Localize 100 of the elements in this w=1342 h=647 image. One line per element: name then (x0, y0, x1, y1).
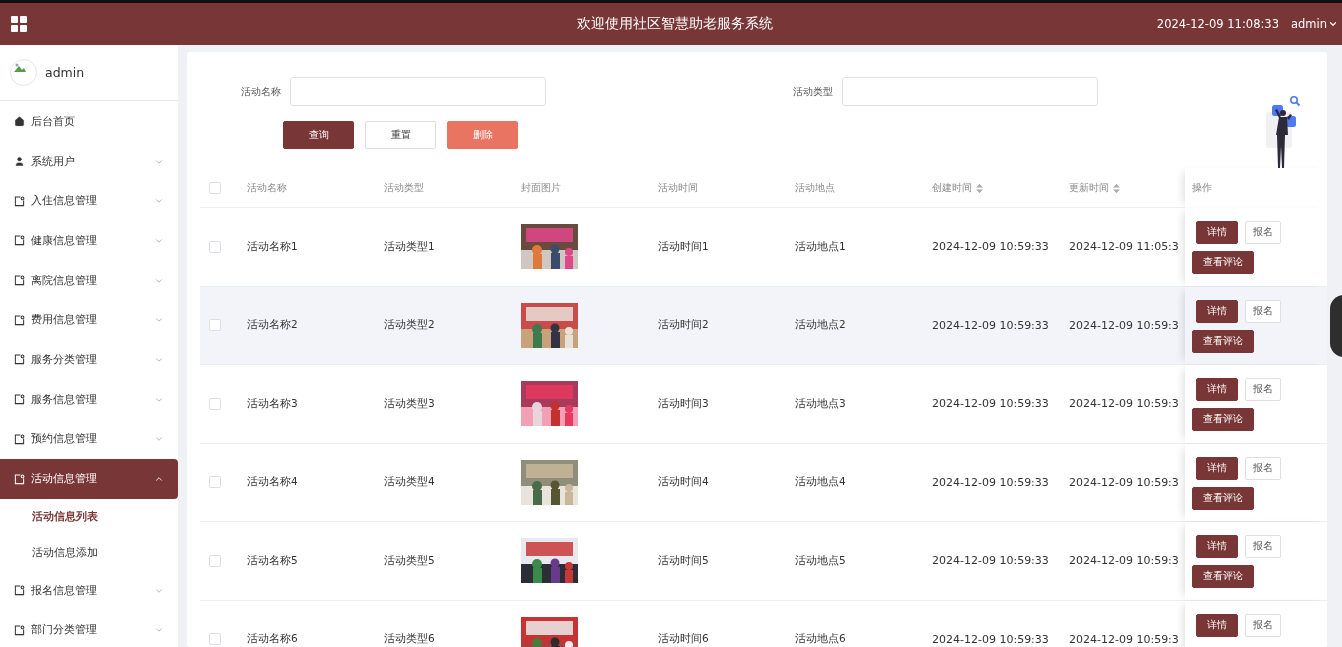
column-header: 活动地点 (795, 181, 835, 195)
table-cell: 2024-12-09 10:59:33 (932, 475, 1049, 489)
table-cell: 2024-12-09 10:59:3 (1069, 632, 1179, 646)
input-field[interactable] (842, 77, 1098, 106)
signup-button[interactable]: 报名 (1245, 378, 1281, 401)
document-icon (14, 275, 25, 287)
field-label: 活动类型 (792, 84, 833, 99)
menu-item[interactable]: 费用信息管理 (0, 300, 178, 341)
table-row[interactable]: 活动名称4 活动类型4 活动时间4 活动地点4 2024-12-09 10:59:33 2024-12-09 10:59:3 详情 报名 查看评论 (200, 443, 1327, 522)
row-checkbox[interactable] (209, 240, 221, 253)
details-button[interactable]: 详情 (1196, 535, 1238, 558)
signup-button[interactable]: 报名 (1245, 613, 1281, 637)
comments-button[interactable]: 查看评论 (1192, 565, 1254, 588)
table-cell: 活动时间2 (658, 318, 709, 331)
user-icon (14, 156, 25, 168)
table-cell: 2024-12-09 10:59:33 (932, 632, 1049, 646)
caret-icon (1328, 19, 1338, 29)
user-name: admin (45, 65, 85, 80)
table-cell: 活动名称4 (247, 475, 298, 488)
comments-button[interactable]: 查看评论 (1192, 329, 1254, 353)
table-cell: 活动类型1 (384, 239, 435, 252)
table-cell: 活动类型3 (384, 396, 435, 409)
table-cell: 2024-12-09 11:05:3 (1069, 240, 1179, 254)
details-button[interactable]: 详情 (1196, 613, 1238, 637)
table-cell: 活动时间3 (658, 396, 709, 409)
column-header: 活动时间 (658, 181, 698, 195)
table-cell: 活动类型5 (384, 553, 435, 566)
table-row[interactable]: 活动名称3 活动类型3 活动时间3 活动地点3 2024-12-09 10:59:33 2024-12-09 10:59:3 详情 报名 查看评论 (200, 365, 1327, 444)
comments-button[interactable]: 查看评论 (1192, 486, 1254, 510)
menu-item[interactable]: 报名信息管理 (0, 570, 178, 611)
row-checkbox[interactable] (209, 319, 221, 332)
table-cell: 活动地点3 (795, 396, 846, 409)
submenu-item[interactable]: 活动信息列表 (0, 498, 178, 535)
table-cell: 活动地点1 (795, 239, 846, 252)
table-cell: 活动时间5 (658, 553, 709, 566)
select-all-checkbox[interactable] (209, 182, 221, 194)
table-cell: 活动类型2 (384, 318, 435, 331)
details-button[interactable]: 详情 (1196, 221, 1238, 244)
row-checkbox[interactable] (209, 633, 221, 646)
table-cell: 活动名称5 (247, 553, 298, 566)
table-cell: 活动名称3 (247, 396, 298, 409)
table-cell: 活动名称6 (247, 632, 298, 645)
signup-button[interactable]: 报名 (1245, 221, 1281, 244)
reset-button[interactable]: 重置 (365, 121, 436, 149)
input-field[interactable] (290, 77, 546, 106)
menu-item[interactable]: 活动信息管理 (0, 459, 178, 499)
grid-menu-icon[interactable] (11, 16, 27, 32)
row-checkbox[interactable] (209, 554, 221, 567)
signup-button[interactable]: 报名 (1245, 535, 1281, 558)
table-cell: 2024-12-09 10:59:3 (1069, 318, 1179, 332)
menu-item[interactable]: 健康信息管理 (0, 221, 178, 261)
table-cell: 活动名称1 (247, 239, 298, 252)
menu-item[interactable]: 系统用户 (0, 141, 178, 182)
document-icon (14, 314, 25, 326)
menu-item[interactable]: 服务分类管理 (0, 340, 178, 380)
table-row[interactable]: 活动名称5 活动类型5 活动时间5 活动地点5 2024-12-09 10:59:33 2024-12-09 10:59:3 详情 报名 查看评论 (200, 522, 1327, 601)
table-cell: 活动地点6 (795, 632, 846, 645)
table-cell: 活动地点4 (795, 475, 846, 488)
app-title: 欢迎使用社区智慧助老服务系统 (576, 15, 773, 33)
menu-item[interactable]: 部门分类管理 (0, 610, 178, 647)
document-icon (14, 473, 25, 485)
details-button[interactable]: 详情 (1196, 299, 1238, 323)
field-label: 活动名称 (240, 84, 281, 99)
column-header: 封面图片 (521, 181, 561, 195)
column-header: 活动名称 (247, 181, 287, 195)
table-cell: 活动时间6 (658, 632, 709, 645)
table-cell: 2024-12-09 10:59:3 (1069, 554, 1179, 568)
table-cell: 活动时间1 (658, 239, 709, 252)
document-icon (14, 433, 25, 445)
table-cell: 活动地点2 (795, 318, 846, 331)
date-time: 2024-12-09 11:08:33 (1156, 17, 1279, 31)
details-button[interactable]: 详情 (1196, 378, 1238, 401)
comments-button[interactable]: 查看评论 (1192, 251, 1254, 274)
table-row[interactable]: 活动名称2 活动类型2 活动时间2 活动地点2 2024-12-09 10:59:33 2024-12-09 10:59:3 详情 报名 查看评论 (200, 286, 1327, 365)
submenu-item[interactable]: 活动信息添加 (0, 534, 178, 571)
details-button[interactable]: 详情 (1196, 456, 1238, 480)
row-checkbox[interactable] (209, 476, 221, 489)
column-header: 活动类型 (384, 181, 424, 195)
search-button[interactable]: 查询 (283, 121, 354, 149)
menu-item[interactable]: 离院信息管理 (0, 260, 178, 301)
menu-item[interactable]: 预约信息管理 (0, 419, 178, 460)
signup-button[interactable]: 报名 (1245, 299, 1281, 323)
table-row[interactable]: 活动名称1 活动类型1 活动时间1 活动地点1 2024-12-09 10:59:33 2024-12-09 11:05:3 详情 报名 查看评论 (200, 208, 1327, 287)
broken-image-icon (14, 63, 26, 73)
signup-button[interactable]: 报名 (1245, 456, 1281, 480)
table-cell: 活动时间4 (658, 475, 709, 488)
row-checkbox[interactable] (209, 397, 221, 410)
sort-icon[interactable] (1113, 183, 1120, 193)
document-icon (14, 354, 25, 366)
comments-button[interactable]: 查看评论 (1192, 408, 1254, 431)
document-icon (14, 624, 25, 636)
menu-item[interactable]: 入住信息管理 (0, 181, 178, 222)
menu-item[interactable]: 服务信息管理 (0, 379, 178, 420)
table-cell: 活动地点5 (795, 553, 846, 566)
sort-icon[interactable] (976, 183, 983, 193)
user-menu[interactable]: admin (1290, 17, 1338, 31)
menu-item[interactable]: 后台首页 (0, 102, 178, 142)
document-icon (14, 195, 25, 207)
table-cell: 2024-12-09 10:59:33 (932, 554, 1049, 568)
document-icon (14, 394, 25, 406)
